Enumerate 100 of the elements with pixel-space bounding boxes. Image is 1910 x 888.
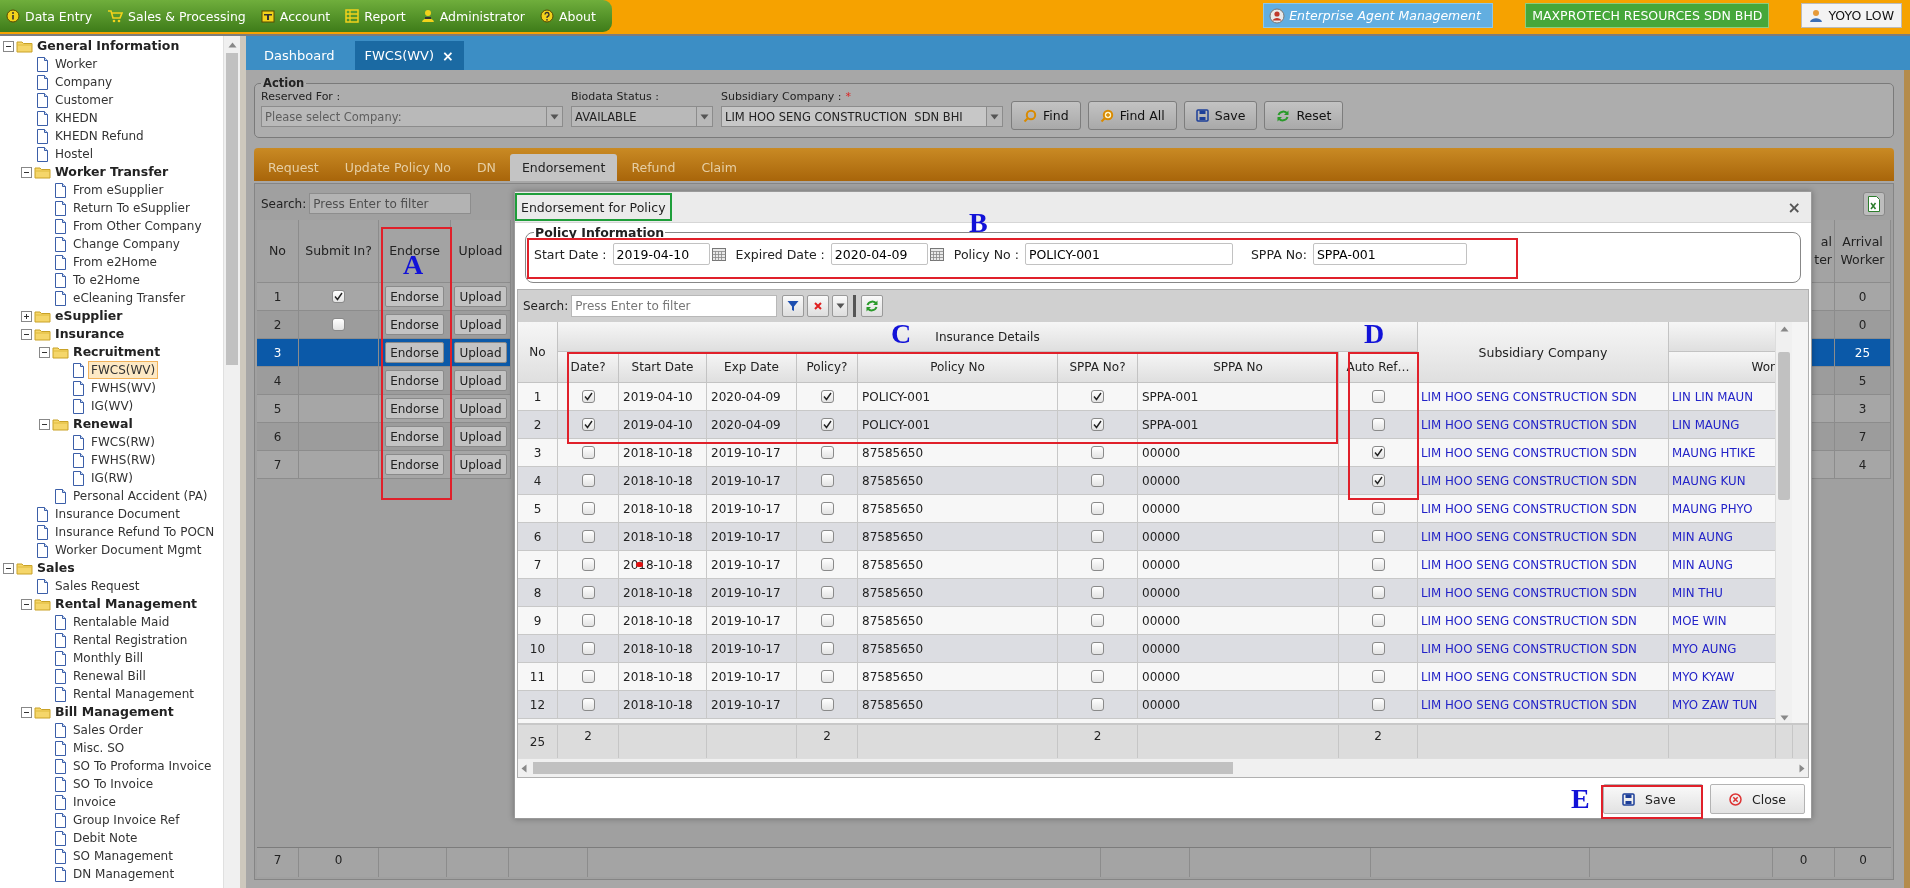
checkbox[interactable]	[1091, 418, 1104, 431]
tree-folder[interactable]: Insurance	[52, 325, 128, 343]
checkbox[interactable]	[581, 642, 595, 655]
scrollbar[interactable]	[518, 758, 1808, 777]
dropdown-field[interactable]: AVAILABLE	[571, 106, 696, 127]
collapse-icon[interactable]	[21, 598, 32, 610]
tree-item[interactable]: Rental Management	[70, 685, 198, 703]
checkbox[interactable]	[820, 418, 834, 431]
checkbox[interactable]	[1371, 586, 1385, 599]
checkbox[interactable]	[1091, 530, 1104, 543]
action-button[interactable]: Save	[1183, 101, 1258, 130]
tree-item[interactable]: IG(RW)	[88, 469, 136, 487]
table-row[interactable]: 3 Endorse Upload	[257, 339, 511, 367]
tree-folder[interactable]: eSupplier	[52, 307, 126, 325]
tree-item[interactable]: Renewal Bill	[70, 667, 149, 685]
upload-button[interactable]: Upload	[454, 370, 507, 391]
dropdown-button[interactable]	[546, 106, 563, 127]
checkbox[interactable]	[820, 530, 834, 543]
scrollbar[interactable]	[223, 36, 240, 888]
collapse-icon[interactable]	[21, 328, 32, 340]
checkbox[interactable]	[332, 290, 345, 303]
tree-item[interactable]: DN Management	[70, 865, 178, 883]
upload-button[interactable]: Upload	[454, 342, 507, 363]
collapse-icon[interactable]	[3, 562, 14, 574]
table-row[interactable]: 4 Endorse Upload	[257, 367, 511, 395]
checkbox[interactable]	[581, 446, 595, 459]
refresh-button[interactable]	[861, 295, 884, 317]
close-button[interactable]: ×	[1783, 197, 1805, 217]
tree-item[interactable]: Sales Request	[52, 577, 143, 595]
tree-item[interactable]: FWCS(RW)	[88, 433, 158, 451]
tree-item[interactable]: Invoice	[70, 793, 119, 811]
checkbox[interactable]	[1371, 698, 1385, 711]
tree-item[interactable]: KHEDN	[52, 109, 101, 127]
search-field[interactable]: Press Enter to filter	[309, 193, 472, 214]
filter-button[interactable]	[782, 295, 805, 317]
tree-folder[interactable]: Worker Transfer	[52, 163, 172, 181]
checkbox[interactable]	[820, 474, 834, 487]
dropdown-button[interactable]	[986, 106, 1003, 127]
checkbox[interactable]	[1371, 670, 1385, 683]
scroll-down-icon[interactable]	[1779, 715, 1789, 721]
endorse-button[interactable]: Endorse	[385, 426, 444, 447]
upload-button[interactable]: Upload	[454, 286, 507, 307]
upload-button[interactable]: Upload	[454, 454, 507, 475]
dropdown-button[interactable]	[832, 295, 849, 317]
tree-item[interactable]: KHEDN Refund	[52, 127, 147, 145]
checkbox[interactable]	[820, 698, 834, 711]
endorse-button[interactable]: Endorse	[385, 454, 444, 475]
page-tab[interactable]: Dashboard	[254, 41, 345, 70]
scroll-right-icon[interactable]	[1799, 763, 1805, 773]
checkbox[interactable]	[1091, 502, 1104, 515]
tree-item[interactable]: Worker Document Mgmt	[52, 541, 205, 559]
checkbox[interactable]	[1371, 530, 1385, 543]
collapse-icon[interactable]	[39, 418, 50, 430]
scroll-up-icon[interactable]	[227, 42, 237, 48]
tree-folder[interactable]: Recruitment	[70, 343, 164, 361]
upload-button[interactable]: Upload	[454, 426, 507, 447]
checkbox[interactable]	[1091, 642, 1104, 655]
checkbox[interactable]	[1091, 614, 1104, 627]
tree-item[interactable]: Misc. SO	[70, 739, 128, 757]
tab[interactable]: Endorsement	[509, 154, 618, 181]
tree-item[interactable]: Company	[52, 73, 116, 91]
menu-item[interactable]: Report	[345, 8, 406, 24]
dropdown-button[interactable]	[696, 106, 713, 127]
tree-item[interactable]: Debit Note	[70, 829, 141, 847]
date-field[interactable]: 2019-04-10	[612, 243, 710, 265]
tree-item[interactable]: eCleaning Transfer	[70, 289, 189, 307]
page-tab[interactable]: FWCS(WV) ×	[354, 41, 464, 70]
tree-folder[interactable]: Rental Management	[52, 595, 201, 613]
expand-icon[interactable]	[21, 310, 32, 322]
checkbox[interactable]	[820, 586, 834, 599]
user-button[interactable]: YOYO LOW	[1801, 3, 1902, 28]
tree-item[interactable]: Personal Accident (PA)	[70, 487, 211, 505]
tree-item[interactable]: Worker	[52, 55, 101, 73]
checkbox[interactable]	[820, 670, 834, 683]
checkbox[interactable]	[1371, 642, 1385, 655]
tree-item[interactable]: SO To Proforma Invoice	[70, 757, 215, 775]
menu-item[interactable]: Account	[260, 8, 331, 24]
calendar-icon[interactable]	[711, 247, 726, 261]
menu-item[interactable]: Sales & Processing	[107, 8, 246, 24]
action-button[interactable]: Find All	[1087, 101, 1177, 130]
tree-item[interactable]: Hostel	[52, 145, 97, 163]
checkbox[interactable]	[1371, 474, 1385, 487]
tree-item[interactable]: Monthly Bill	[70, 649, 147, 667]
checkbox[interactable]	[1371, 390, 1385, 403]
scroll-left-icon[interactable]	[521, 763, 527, 773]
menu-item[interactable]: About	[539, 8, 596, 24]
table-row[interactable]: 5 Endorse Upload	[257, 395, 511, 423]
checkbox[interactable]	[581, 418, 595, 431]
menu-item[interactable]: Data Entry	[6, 8, 93, 24]
checkbox[interactable]	[1091, 698, 1104, 711]
checkbox[interactable]	[581, 614, 595, 627]
checkbox[interactable]	[581, 698, 595, 711]
endorse-button[interactable]: Endorse	[385, 342, 444, 363]
scrollbar-thumb[interactable]	[533, 762, 1233, 774]
tree-item[interactable]: SO Management	[70, 847, 176, 865]
tree-item[interactable]: From eSupplier	[70, 181, 167, 199]
search-field[interactable]: Press Enter to filter	[571, 295, 778, 317]
tree-item[interactable]: IG(WV)	[88, 397, 137, 415]
checkbox[interactable]	[1091, 390, 1104, 403]
calendar-icon[interactable]	[929, 247, 944, 261]
